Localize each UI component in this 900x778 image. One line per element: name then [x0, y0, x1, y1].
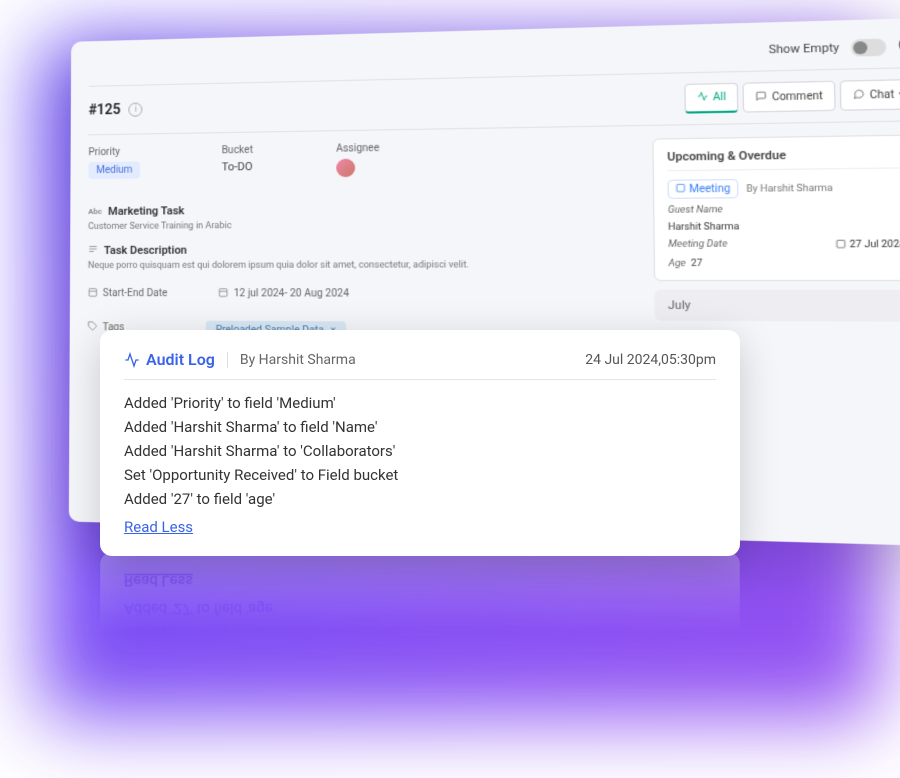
guest-name-value: Harshit Sharma	[668, 222, 739, 233]
audit-by: By Harshit Sharma	[227, 352, 356, 368]
bucket-label: Bucket	[222, 145, 253, 157]
desc-value: Neque porro quisquam est qui dolorem ips…	[88, 260, 631, 271]
meeting-by: By Harshit Sharma	[746, 183, 833, 195]
calendar-icon	[218, 287, 228, 300]
bucket-value: To-DO	[222, 160, 253, 174]
task-title-row: Abc Marketing Task	[88, 200, 631, 218]
text-icon: Abc	[88, 207, 102, 216]
info-icon[interactable]: i	[129, 103, 143, 117]
audit-log-title: Audit Log	[124, 350, 215, 369]
activity-icon	[697, 91, 709, 105]
guest-name-label: Guest Name	[668, 205, 723, 216]
show-empty-label: Show Empty	[769, 41, 840, 57]
upcoming-card: Upcoming & Overdue Meeting By Harshit Sh…	[652, 134, 900, 281]
tab-chat[interactable]: Chat ▾	[840, 79, 900, 111]
audit-log-card: Audit Log By Harshit Sharma 24 Jul 2024,…	[100, 330, 740, 556]
desc-label-row: Task Description	[88, 242, 631, 257]
age-label: Age	[668, 259, 685, 270]
audit-line: Added 'Harshit Sharma' to 'Collaborators…	[124, 442, 716, 460]
calendar-icon	[836, 239, 847, 252]
upcoming-title: Upcoming & Overdue	[667, 147, 900, 172]
date-label-row: Start-End Date	[88, 287, 168, 300]
comment-icon	[756, 90, 768, 104]
paragraph-icon	[88, 244, 98, 257]
right-column: Upcoming & Overdue Meeting By Harshit Sh…	[652, 134, 900, 345]
ticket-id: #125	[89, 102, 121, 119]
month-card[interactable]: July	[654, 290, 900, 322]
read-less-link[interactable]: Read Less	[124, 518, 193, 536]
audit-timestamp: 24 Jul 2024,05:30pm	[585, 352, 716, 368]
meeting-badge[interactable]: Meeting	[667, 179, 738, 199]
date-value-row: 12 jul 2024- 20 Aug 2024	[218, 287, 349, 301]
activity-icon	[124, 352, 140, 368]
calendar-icon	[88, 287, 98, 300]
tag-icon	[88, 321, 98, 334]
assignee-avatar[interactable]	[336, 159, 355, 178]
chat-icon	[853, 88, 865, 102]
task-subtitle: Customer Service Training in Arabic	[88, 218, 631, 232]
audit-line: Added '27' to field 'age'	[124, 490, 716, 508]
calendar-icon	[675, 183, 685, 196]
left-column: Priority Medium Bucket To-DO Assignee Ab…	[88, 139, 633, 343]
assignee-label: Assignee	[336, 143, 379, 155]
priority-label: Priority	[88, 147, 140, 159]
tab-all[interactable]: All	[684, 83, 738, 114]
audit-line: Added 'Harshit Sharma' to field 'Name'	[124, 418, 716, 436]
tab-comment[interactable]: Comment	[743, 81, 836, 113]
meeting-date-value: 27 Jul 2024	[836, 238, 900, 251]
reflection: Added 'Harshit Sharma' to 'Collaborators…	[100, 552, 740, 686]
age-value: 27	[691, 259, 703, 270]
show-empty-toggle[interactable]	[851, 38, 887, 56]
audit-line: Set 'Opportunity Received' to Field buck…	[124, 466, 716, 484]
audit-line: Added 'Priority' to field 'Medium'	[124, 394, 716, 412]
priority-badge[interactable]: Medium	[88, 162, 140, 180]
meeting-date-label: Meeting Date	[668, 239, 727, 252]
